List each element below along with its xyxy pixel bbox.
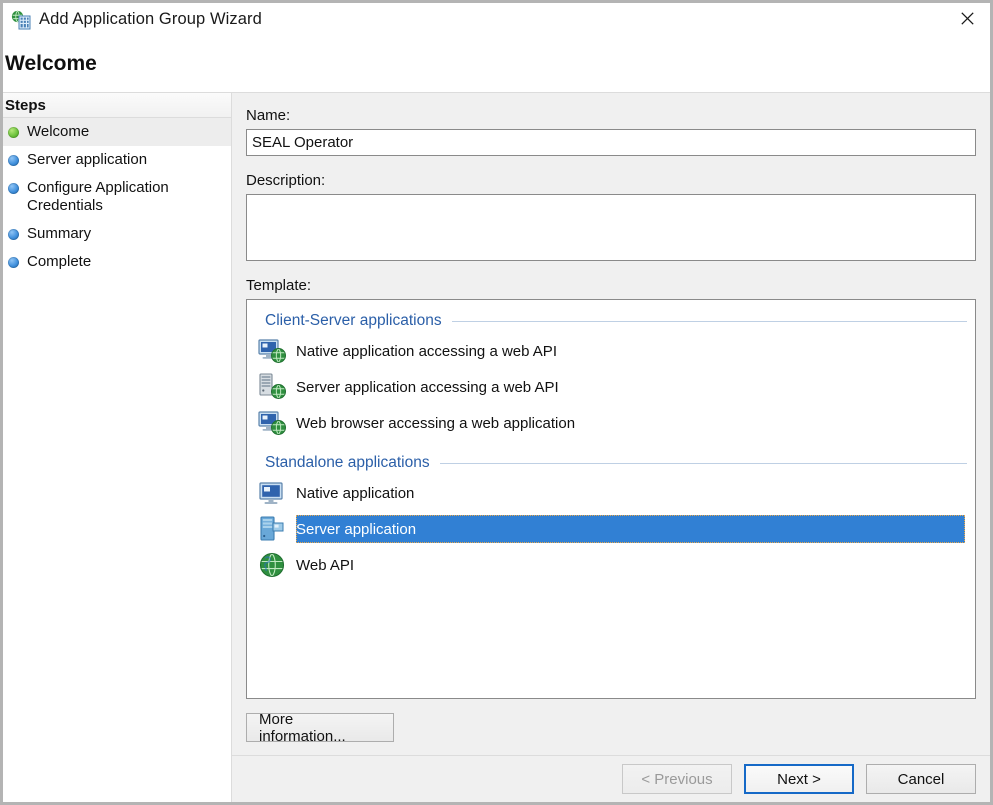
step-bullet-icon bbox=[8, 257, 19, 268]
group-header-standalone: Standalone applications bbox=[247, 451, 975, 475]
list-item-label: Native application accessing a web API bbox=[296, 343, 557, 360]
list-item-label: Web API bbox=[296, 557, 354, 574]
sidebar-item-label: Complete bbox=[27, 253, 91, 271]
sidebar-item-label: Configure Application Credentials bbox=[27, 179, 207, 215]
name-input[interactable]: SEAL Operator bbox=[246, 129, 976, 156]
monitor-icon bbox=[257, 478, 287, 508]
list-item-label: Web browser accessing a web application bbox=[296, 415, 575, 432]
server-icon bbox=[257, 514, 287, 544]
content-inner: Name: SEAL Operator Description: Templat… bbox=[232, 93, 990, 755]
monitor-globe-icon bbox=[257, 408, 287, 438]
list-item[interactable]: Server application accessing a web API bbox=[247, 369, 975, 405]
title-bar: Add Application Group Wizard bbox=[3, 3, 990, 36]
next-button[interactable]: Next > bbox=[744, 764, 854, 794]
page-title: Welcome bbox=[3, 36, 990, 92]
globe-icon bbox=[257, 550, 287, 580]
sidebar-item-welcome[interactable]: Welcome bbox=[3, 118, 231, 146]
group-spacer bbox=[247, 441, 975, 451]
wizard-body: Steps Welcome Server application Configu… bbox=[3, 92, 990, 802]
sidebar-item-label: Server application bbox=[27, 151, 147, 169]
steps-list: Welcome Server application Configure App… bbox=[3, 118, 231, 276]
more-information-wrap: More information... bbox=[246, 699, 976, 756]
list-item-label: Server application bbox=[296, 521, 416, 538]
group-header-label: Standalone applications bbox=[265, 454, 430, 472]
group-header-rule bbox=[452, 321, 967, 322]
sidebar-item-server-application[interactable]: Server application bbox=[3, 146, 231, 174]
steps-header-label: Steps bbox=[5, 97, 46, 114]
step-bullet-icon bbox=[8, 229, 19, 240]
sidebar-item-configure-application-credentials[interactable]: Configure Application Credentials bbox=[3, 174, 231, 220]
sidebar-item-label: Summary bbox=[27, 225, 91, 243]
content-panel: Name: SEAL Operator Description: Templat… bbox=[231, 92, 990, 802]
window-title: Add Application Group Wizard bbox=[39, 10, 262, 29]
sidebar-item-summary[interactable]: Summary bbox=[3, 220, 231, 248]
list-item-selected[interactable]: Server application bbox=[247, 511, 975, 547]
list-item-label: Server application accessing a web API bbox=[296, 379, 559, 396]
list-item[interactable]: Native application bbox=[247, 475, 975, 511]
group-header-client-server: Client-Server applications bbox=[247, 309, 975, 333]
sidebar-item-label: Welcome bbox=[27, 123, 89, 141]
list-item[interactable]: Native application accessing a web API bbox=[247, 333, 975, 369]
more-information-button[interactable]: More information... bbox=[246, 713, 394, 742]
steps-sidebar: Steps Welcome Server application Configu… bbox=[3, 92, 231, 802]
monitor-globe-icon bbox=[257, 336, 287, 366]
close-icon[interactable] bbox=[944, 3, 990, 34]
cancel-button[interactable]: Cancel bbox=[866, 764, 976, 794]
steps-header: Steps bbox=[3, 93, 231, 118]
description-label: Description: bbox=[246, 172, 976, 189]
sidebar-item-complete[interactable]: Complete bbox=[3, 248, 231, 276]
page-title-text: Welcome bbox=[5, 52, 97, 76]
wizard-window: Add Application Group Wizard Welcome Ste… bbox=[3, 3, 990, 802]
list-item-label: Native application bbox=[296, 485, 414, 502]
name-label: Name: bbox=[246, 107, 976, 124]
server-globe-icon bbox=[257, 372, 287, 402]
step-bullet-icon bbox=[8, 183, 19, 194]
step-bullet-icon bbox=[8, 127, 19, 138]
template-label: Template: bbox=[246, 277, 976, 294]
group-header-rule bbox=[440, 463, 967, 464]
group-header-label: Client-Server applications bbox=[265, 312, 442, 330]
previous-button[interactable]: < Previous bbox=[622, 764, 732, 794]
template-list[interactable]: Client-Server applications bbox=[246, 299, 976, 699]
list-item[interactable]: Web API bbox=[247, 547, 975, 583]
application-group-icon bbox=[11, 10, 31, 30]
list-item[interactable]: Web browser accessing a web application bbox=[247, 405, 975, 441]
wizard-footer: < Previous Next > Cancel bbox=[232, 755, 990, 802]
description-input[interactable] bbox=[246, 194, 976, 261]
step-bullet-icon bbox=[8, 155, 19, 166]
